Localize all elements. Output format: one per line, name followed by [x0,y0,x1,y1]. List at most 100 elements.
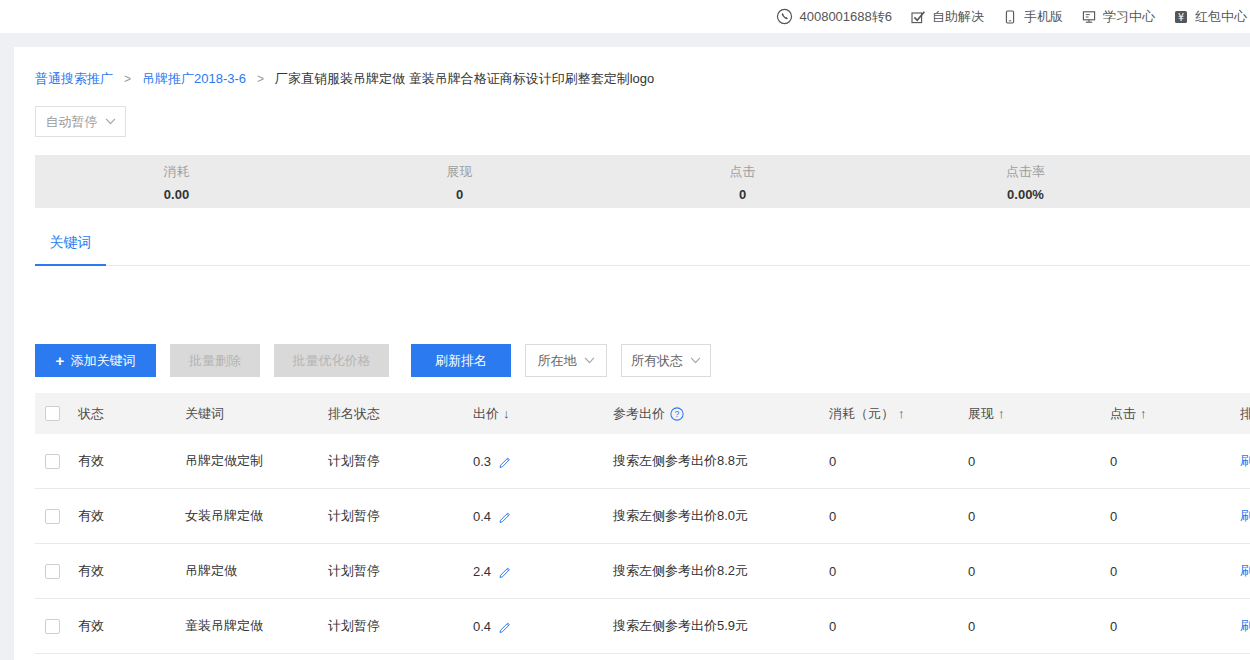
edit-pencil-icon[interactable] [498,509,512,523]
breadcrumb-unit: 厂家直销服装吊牌定做 童装吊牌合格证商标设计印刷整套定制logo [275,70,654,88]
stat-cost-label: 消耗 [35,163,318,181]
header-rank-status: 排名状态 [318,405,463,423]
stat-ctr-label: 点击率 [884,163,1167,181]
cell-impressions: 0 [958,454,1100,469]
edit-pencil-icon[interactable] [498,454,512,468]
refresh-rank-link[interactable]: 刷新 [1230,562,1250,580]
breadcrumb-campaign-type[interactable]: 普通搜索推广 [35,70,113,88]
cell-keyword: 吊牌定做定制 [175,452,318,470]
cell-status: 有效 [68,562,175,580]
chevron-down-icon [690,357,701,364]
select-all-checkbox[interactable] [35,406,68,421]
stat-impressions-label: 展现 [318,163,601,181]
self-help-link[interactable]: 自助解决 [910,8,984,26]
cell-impressions: 0 [958,619,1100,634]
header-cost[interactable]: 消耗（元）↑ [819,405,958,423]
hotline: 4008001688转6 [776,8,892,26]
smartphone-icon [1002,9,1018,25]
sort-asc-icon: ↑ [1140,406,1147,421]
red-packet-icon: ¥ [1173,9,1189,25]
plan-status-dropdown[interactable]: 自动暂停 [35,106,126,137]
phone-icon [776,8,793,25]
keywords-table: 状态 关键词 排名状态 出价↓ 参考出价? 消耗（元）↑ 展现↑ 点击↑ 排名 … [35,393,1250,654]
row-checkbox[interactable] [35,564,68,579]
edit-pencil-icon[interactable] [498,619,512,633]
red-packet-link[interactable]: ¥ 红包中心 [1173,8,1247,26]
monitor-icon [1081,9,1097,25]
breadcrumb-separator: > [257,72,264,86]
stat-clicks-value: 0 [601,187,884,202]
chevron-down-icon [584,357,595,364]
cell-bid: 0.4 [463,619,603,634]
header-keyword: 关键词 [175,405,318,423]
refresh-rank-link[interactable]: 刷新 [1230,617,1250,635]
location-filter-dropdown[interactable]: 所在地 [525,344,607,377]
self-help-label: 自助解决 [932,8,984,26]
svg-text:?: ? [675,409,680,419]
table-row: 有效 吊牌定做 计划暂停 2.4 搜索左侧参考出价8.2元 0 0 0 刷新 [35,544,1250,599]
main-card: 普通搜索推广 > 吊牌推广2018-3-6 > 厂家直销服装吊牌定做 童装吊牌合… [14,47,1250,660]
header-impressions[interactable]: 展现↑ [958,405,1100,423]
cell-keyword: 童装吊牌定做 [175,617,318,635]
stat-cost: 消耗 0.00 [35,155,318,208]
table-row: 有效 童装吊牌定做 计划暂停 0.4 搜索左侧参考出价5.9元 0 0 0 刷新 [35,599,1250,654]
cell-clicks: 0 [1100,509,1230,524]
learning-center-label: 学习中心 [1103,8,1155,26]
cell-rank-status: 计划暂停 [318,507,463,525]
location-filter-label: 所在地 [538,352,577,370]
stat-impressions-value: 0 [318,187,601,202]
row-checkbox[interactable] [35,454,68,469]
cell-keyword: 吊牌定做 [175,562,318,580]
stat-ctr-value: 0.00% [884,187,1167,202]
breadcrumb: 普通搜索推广 > 吊牌推广2018-3-6 > 厂家直销服装吊牌定做 童装吊牌合… [35,70,1250,88]
svg-text:¥: ¥ [1178,11,1184,22]
cell-ref-bid: 搜索左侧参考出价8.2元 [603,562,819,580]
header-status: 状态 [68,405,175,423]
breadcrumb-plan[interactable]: 吊牌推广2018-3-6 [142,70,246,88]
hotline-number: 4008001688转6 [799,8,892,26]
mobile-version-link[interactable]: 手机版 [1002,8,1063,26]
cell-ref-bid: 搜索左侧参考出价8.0元 [603,507,819,525]
breadcrumb-separator: > [124,72,131,86]
table-header-row: 状态 关键词 排名状态 出价↓ 参考出价? 消耗（元）↑ 展现↑ 点击↑ 排名 [35,393,1250,434]
stat-clicks-label: 点击 [601,163,884,181]
table-row: 有效 吊牌定做定制 计划暂停 0.3 搜索左侧参考出价8.8元 0 0 0 刷新 [35,434,1250,489]
batch-optimize-button[interactable]: 批量优化价格 [274,344,389,377]
learning-center-link[interactable]: 学习中心 [1081,8,1155,26]
stat-ctr: 点击率 0.00% [884,155,1167,208]
header-bid[interactable]: 出价↓ [463,405,603,423]
cell-clicks: 0 [1100,454,1230,469]
sort-desc-icon: ↓ [503,406,510,421]
add-keyword-button[interactable]: +添加关键词 [35,344,156,377]
status-filter-label: 所有状态 [631,352,683,370]
refresh-rank-link[interactable]: 刷新 [1230,452,1250,470]
sort-asc-icon: ↑ [998,406,1005,421]
topbar: 4008001688转6 自助解决 手机版 学习中心 ¥ 红包中心 [0,0,1250,33]
toolbar: +添加关键词 批量删除 批量优化价格 刷新排名 所在地 所有状态 [35,344,1250,377]
question-circle-icon[interactable]: ? [670,407,684,421]
cell-cost: 0 [819,454,958,469]
edit-pencil-icon[interactable] [498,564,512,578]
cell-bid: 0.4 [463,509,603,524]
refresh-rank-button[interactable]: 刷新排名 [411,344,511,377]
row-checkbox[interactable] [35,509,68,524]
refresh-rank-link[interactable]: 刷新 [1230,507,1250,525]
batch-delete-button[interactable]: 批量删除 [170,344,260,377]
cell-keyword: 女装吊牌定做 [175,507,318,525]
header-clicks[interactable]: 点击↑ [1100,405,1230,423]
row-checkbox[interactable] [35,619,68,634]
tab-bar: 关键词 [35,233,1250,266]
stat-impressions: 展现 0 [318,155,601,208]
add-keyword-label: 添加关键词 [70,352,135,370]
red-packet-label: 红包中心 [1195,8,1247,26]
cell-status: 有效 [68,617,175,635]
cell-rank-status: 计划暂停 [318,617,463,635]
cell-impressions: 0 [958,564,1100,579]
tab-keywords[interactable]: 关键词 [35,234,106,266]
check-square-icon [910,9,926,25]
status-filter-dropdown[interactable]: 所有状态 [621,344,711,377]
cell-impressions: 0 [958,509,1100,524]
cell-cost: 0 [819,564,958,579]
mobile-version-label: 手机版 [1024,8,1063,26]
cell-clicks: 0 [1100,619,1230,634]
